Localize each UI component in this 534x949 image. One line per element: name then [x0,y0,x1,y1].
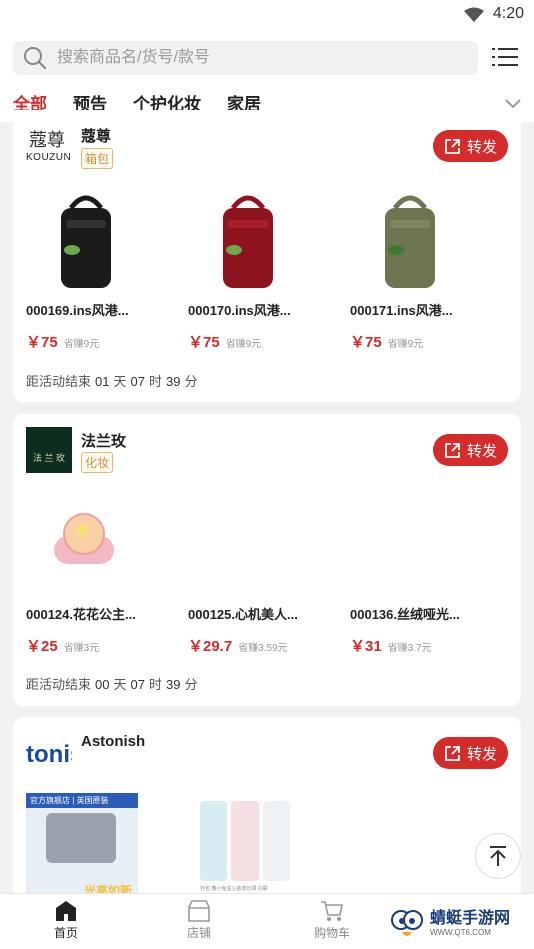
status-time: 4:20 [492,5,524,22]
back-to-top-button[interactable] [475,833,521,879]
brand-logo: 法 兰 玫 [26,427,72,473]
product-price: ￥75 [350,334,382,351]
brand-logo: 蔻尊 KOUZUN [26,124,72,170]
brand-name: Astonish [81,733,146,750]
svg-text:蔻尊: 蔻尊 [29,130,65,151]
nav-home[interactable]: 首页 [31,900,101,941]
product-item[interactable]: 000136.丝绒哑光... ￥31 省赚3.7元 [350,484,490,656]
product-save: 省赚3元 [63,643,100,654]
brand-tag: 箱包 [81,148,114,169]
store-icon [188,900,210,922]
promo-banner: 官方旗舰店 | 英国原装 [26,793,138,808]
product-title: 000125.心机美人... [188,607,298,622]
product-save: 省赚9元 [387,339,424,350]
product-price: ￥25 [26,638,58,655]
share-button[interactable]: 转发 [433,434,508,466]
product-image [350,484,470,604]
product-save: 省赚9元 [225,339,262,350]
promo-pack: 外包 撒小兔宝心苗落长颈 内联 [200,886,268,892]
brand-logo-text: tonis [26,741,72,768]
nav-cart[interactable]: 购物车 [297,900,367,941]
status-bar: 4:20 [0,0,534,30]
product-price: ￥29.7 [188,638,233,655]
watermark-title: 蜻蜓手游网 [430,909,511,927]
brand-card: 法 兰 玫 法兰玫 化妆 转发 000124.花花公主... ￥25 省赚3元 0… [13,414,521,706]
arrow-up-icon [490,846,506,866]
nav-label: 购物车 [313,926,350,940]
brand-card: 蔻尊 KOUZUN 蔻尊 箱包 转发 000169.ins风港... ￥75 省赚… [13,110,521,402]
search-bar[interactable] [13,41,478,75]
product-price: ￥31 [350,638,382,655]
product-image [188,484,308,604]
cart-icon [321,901,343,921]
dragonfly-logo-icon [391,910,423,936]
share-button[interactable]: 转发 [433,737,508,769]
product-image [26,484,146,604]
product-photo [200,801,290,881]
product-title: 000136.丝绒哑光... [350,607,460,622]
share-button[interactable]: 转发 [433,130,508,162]
product-price: ￥75 [26,334,58,351]
search-icon [24,47,47,70]
brand-name: 法兰玫 [81,433,127,450]
product-image [188,180,308,300]
product-photo [46,813,116,863]
product-save: 省赚3.7元 [387,643,432,654]
product-save: 省赚9元 [63,339,100,350]
brand-tag: 化妆 [81,452,114,473]
product-title: 000169.ins风港... [26,303,129,318]
bottom-nav: 首页 店铺 购物车 蜻蜓手游网 WWW.QT6.COM [0,893,534,949]
brand-logo: tonis [26,729,72,775]
brand-logo-text: 法 兰 玫 [32,453,65,463]
share-label: 转发 [466,138,497,156]
countdown: 距活动结束 00 天 07 时 39 分 [26,677,198,692]
countdown: 距活动结束 01 天 07 时 39 分 [26,374,198,389]
product-item[interactable]: 000124.花花公主... ￥25 省赚3元 [26,484,166,656]
watermark-sub: WWW.QT6.COM [430,927,491,937]
product-image[interactable]: 外包 撒小兔宝心苗落长颈 内联 [188,793,300,903]
brand-name: 蔻尊 [81,128,112,145]
nav-store[interactable]: 店铺 [164,900,234,941]
brand-card: tonis Astonish 转发 官方旗舰店 | 英国原装 光亮如新 外包 撒… [13,717,521,917]
nav-label: 首页 [53,926,78,940]
header: 全部 预告 个护化妆 家居 [0,30,534,122]
product-item[interactable]: 000171.ins风港... ￥75 省赚9元 [350,180,490,352]
share-label: 转发 [466,442,497,460]
nav-label: 店铺 [186,926,211,940]
product-item[interactable]: 000169.ins风港... ￥75 省赚9元 [26,180,166,352]
list-menu-icon[interactable] [492,46,518,68]
brand-logo-text: KOUZUN [26,152,72,163]
share-label: 转发 [466,745,497,763]
chevron-down-icon[interactable] [504,98,522,110]
product-image[interactable]: 官方旗舰店 | 英国原装 光亮如新 [26,793,138,903]
product-item[interactable]: 000170.ins风港... ￥75 省赚9元 [188,180,328,352]
product-title: 000171.ins风港... [350,303,453,318]
product-price: ￥75 [188,334,220,351]
product-image [26,180,146,300]
product-save: 省赚3.59元 [238,643,288,654]
wifi-icon [464,7,484,22]
search-input[interactable] [57,41,467,75]
product-title: 000170.ins风港... [188,303,291,318]
share-icon [445,745,460,761]
watermark: 蜻蜓手游网 WWW.QT6.COM [388,901,528,945]
product-item[interactable]: 000125.心机美人... ￥29.7 省赚3.59元 [188,484,328,656]
home-icon [56,901,76,921]
share-icon [445,442,460,458]
product-image [350,180,470,300]
share-icon [445,138,460,154]
product-title: 000124.花花公主... [26,607,136,622]
